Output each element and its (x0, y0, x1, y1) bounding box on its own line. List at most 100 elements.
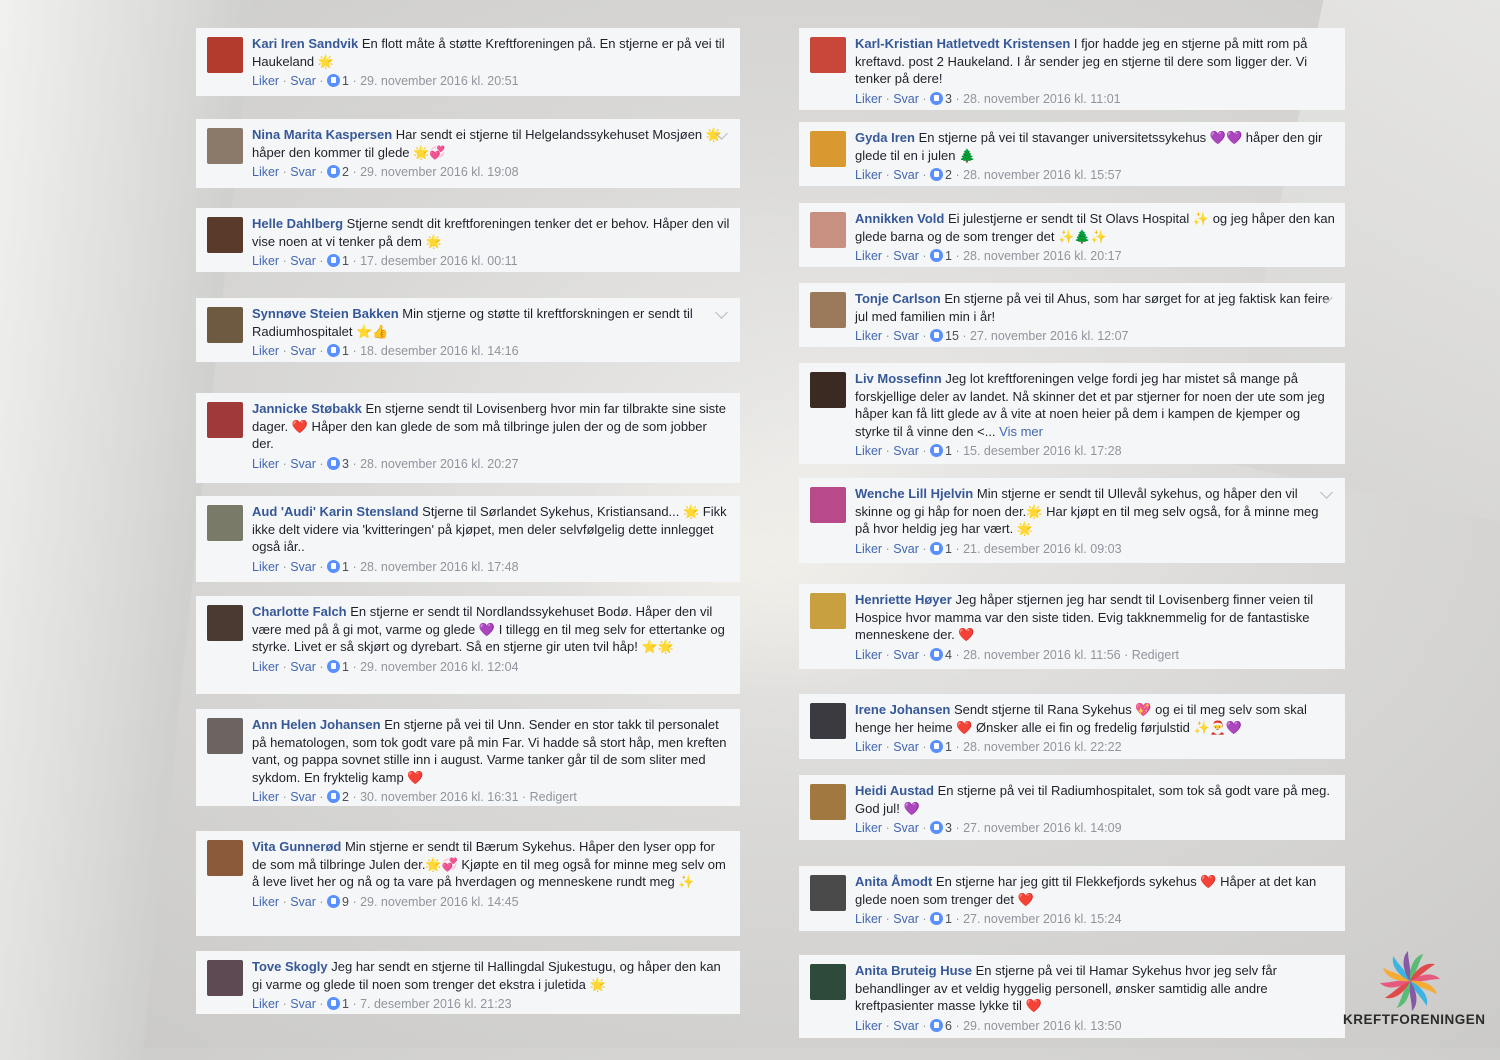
like-reaction-icon[interactable] (327, 456, 341, 470)
reply-link[interactable]: Svar (893, 249, 919, 263)
comment-timestamp[interactable]: 28. november 2016 kl. 11:56 (963, 648, 1121, 662)
avatar[interactable] (810, 487, 846, 523)
like-count[interactable]: 3 (342, 457, 349, 471)
reply-link[interactable]: Svar (893, 329, 919, 343)
comment-timestamp[interactable]: 30. november 2016 kl. 16:31 (360, 790, 518, 804)
comment-timestamp[interactable]: 15. desember 2016 kl. 17:28 (963, 444, 1121, 458)
like-reaction-icon[interactable] (930, 1018, 944, 1032)
avatar[interactable] (810, 593, 846, 629)
commenter-name[interactable]: Aud 'Audi' Karin Stensland (252, 504, 419, 519)
comment-timestamp[interactable]: 27. november 2016 kl. 14:09 (963, 821, 1121, 835)
like-count[interactable]: 1 (342, 254, 349, 268)
commenter-name[interactable]: Henriette Høyer (855, 592, 952, 607)
like-count[interactable]: 6 (945, 1019, 952, 1033)
like-reaction-icon[interactable] (327, 165, 341, 179)
like-link[interactable]: Liker (252, 457, 279, 471)
comment-timestamp[interactable]: 29. november 2016 kl. 14:45 (360, 895, 518, 909)
like-count[interactable]: 1 (945, 912, 952, 926)
comment-timestamp[interactable]: 29. november 2016 kl. 20:51 (360, 74, 518, 88)
like-reaction-icon[interactable] (930, 329, 944, 343)
reply-link[interactable]: Svar (893, 1019, 919, 1033)
see-more-link[interactable]: Vis mer (999, 424, 1043, 439)
avatar[interactable] (207, 505, 243, 541)
like-reaction-icon[interactable] (327, 659, 341, 673)
avatar[interactable] (810, 212, 846, 248)
like-reaction-icon[interactable] (327, 344, 341, 358)
avatar[interactable] (810, 292, 846, 328)
like-reaction-icon[interactable] (930, 647, 944, 661)
like-link[interactable]: Liker (855, 1019, 882, 1033)
commenter-name[interactable]: Helle Dahlberg (252, 216, 343, 231)
comment-timestamp[interactable]: 29. november 2016 kl. 13:50 (963, 1019, 1121, 1033)
like-link[interactable]: Liker (855, 329, 882, 343)
commenter-name[interactable]: Ann Helen Johansen (252, 717, 381, 732)
like-reaction-icon[interactable] (930, 821, 944, 835)
commenter-name[interactable]: Kari Iren Sandvik (252, 36, 358, 51)
commenter-name[interactable]: Karl-Kristian Hatletvedt Kristensen (855, 36, 1070, 51)
reply-link[interactable]: Svar (290, 165, 316, 179)
like-link[interactable]: Liker (252, 254, 279, 268)
like-reaction-icon[interactable] (930, 168, 944, 182)
like-count[interactable]: 1 (342, 997, 349, 1011)
commenter-name[interactable]: Gyda Iren (855, 130, 915, 145)
like-reaction-icon[interactable] (327, 894, 341, 908)
like-link[interactable]: Liker (252, 997, 279, 1011)
like-reaction-icon[interactable] (930, 444, 944, 458)
like-link[interactable]: Liker (855, 444, 882, 458)
like-link[interactable]: Liker (252, 344, 279, 358)
like-reaction-icon[interactable] (327, 254, 341, 268)
avatar[interactable] (207, 128, 243, 164)
commenter-name[interactable]: Heidi Austad (855, 783, 934, 798)
commenter-name[interactable]: Charlotte Falch (252, 604, 347, 619)
avatar[interactable] (810, 964, 846, 1000)
like-link[interactable]: Liker (252, 660, 279, 674)
like-count[interactable]: 2 (342, 165, 349, 179)
like-reaction-icon[interactable] (327, 559, 341, 573)
comment-timestamp[interactable]: 21. desember 2016 kl. 09:03 (963, 542, 1121, 556)
commenter-name[interactable]: Anita Bruteig Huse (855, 963, 972, 978)
reply-link[interactable]: Svar (290, 895, 316, 909)
avatar[interactable] (207, 307, 243, 343)
like-count[interactable]: 1 (945, 740, 952, 754)
like-count[interactable]: 2 (342, 790, 349, 804)
like-count[interactable]: 3 (945, 821, 952, 835)
avatar[interactable] (810, 784, 846, 820)
avatar[interactable] (207, 718, 243, 754)
commenter-name[interactable]: Tove Skogly (252, 959, 328, 974)
reply-link[interactable]: Svar (290, 560, 316, 574)
like-count[interactable]: 1 (342, 344, 349, 358)
like-link[interactable]: Liker (855, 821, 882, 835)
like-link[interactable]: Liker (252, 895, 279, 909)
like-count[interactable]: 1 (945, 249, 952, 263)
commenter-name[interactable]: Jannicke Støbakk (252, 401, 362, 416)
avatar[interactable] (207, 217, 243, 253)
like-link[interactable]: Liker (252, 165, 279, 179)
like-reaction-icon[interactable] (327, 997, 341, 1011)
avatar[interactable] (207, 37, 243, 73)
like-link[interactable]: Liker (252, 790, 279, 804)
avatar[interactable] (207, 605, 243, 641)
reply-link[interactable]: Svar (893, 648, 919, 662)
avatar[interactable] (810, 703, 846, 739)
comment-timestamp[interactable]: 28. november 2016 kl. 22:22 (963, 740, 1121, 754)
reply-link[interactable]: Svar (290, 254, 316, 268)
comment-timestamp[interactable]: 29. november 2016 kl. 12:04 (360, 660, 518, 674)
like-reaction-icon[interactable] (930, 249, 944, 263)
reply-link[interactable]: Svar (290, 457, 316, 471)
comment-timestamp[interactable]: 18. desember 2016 kl. 14:16 (360, 344, 518, 358)
like-link[interactable]: Liker (855, 648, 882, 662)
comment-timestamp[interactable]: 27. november 2016 kl. 12:07 (970, 329, 1128, 343)
reply-link[interactable]: Svar (893, 740, 919, 754)
like-link[interactable]: Liker (855, 92, 882, 106)
like-count[interactable]: 3 (945, 92, 952, 106)
like-reaction-icon[interactable] (930, 740, 944, 754)
avatar[interactable] (207, 960, 243, 996)
comment-timestamp[interactable]: 29. november 2016 kl. 19:08 (360, 165, 518, 179)
like-reaction-icon[interactable] (327, 790, 341, 804)
commenter-name[interactable]: Vita Gunnerød (252, 839, 341, 854)
reply-link[interactable]: Svar (893, 912, 919, 926)
like-link[interactable]: Liker (252, 560, 279, 574)
commenter-name[interactable]: Nina Marita Kaspersen (252, 127, 392, 142)
commenter-name[interactable]: Anita Åmodt (855, 874, 932, 889)
like-count[interactable]: 1 (342, 560, 349, 574)
